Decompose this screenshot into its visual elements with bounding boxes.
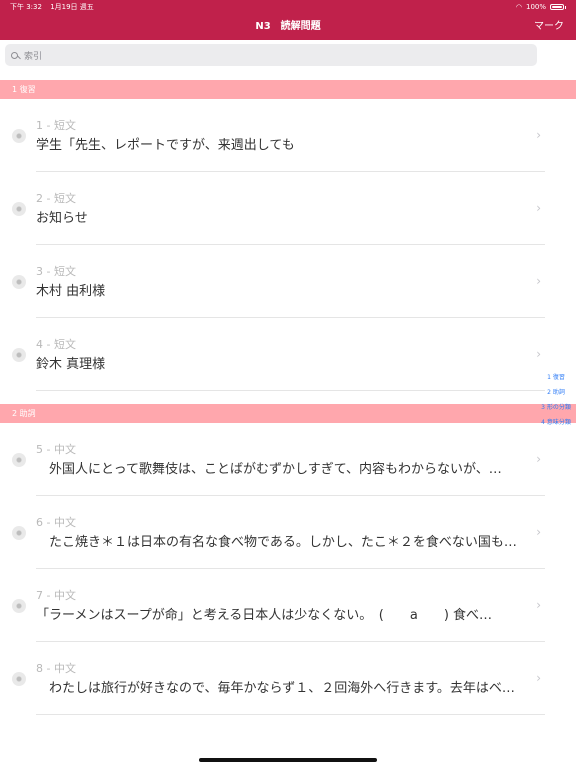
item-dot-icon — [12, 671, 26, 686]
chevron-right-icon: › — [536, 127, 541, 142]
status-left: 下午 3:32 1月19日 週五 — [10, 2, 94, 12]
item-dot-icon — [12, 128, 26, 143]
section-header-1: 1 復習 — [0, 80, 576, 99]
item-title: お知らせ — [36, 211, 88, 226]
chevron-right-icon: › — [536, 273, 541, 288]
list-item[interactable]: 1 - 短文 学生「先生、レポートですが、来週出しても › — [0, 99, 545, 172]
chevron-right-icon: › — [536, 200, 541, 215]
item-dot-icon — [12, 598, 26, 613]
item-title: 外国人にとって歌舞伎は、ことばがむずかしすぎて、内容もわからないが、… — [36, 462, 502, 477]
item-title: 木村 由利様 — [36, 284, 106, 299]
list-item[interactable]: 5 - 中文 外国人にとって歌舞伎は、ことばがむずかしすぎて、内容もわからないが… — [0, 423, 545, 496]
nav-bar: N3 読解問題 マーク — [0, 14, 576, 40]
battery-icon — [550, 4, 564, 10]
item-title: わたしは旅行が好きなので、毎年かならず１、２回海外へ行きます。去年はベ… — [36, 681, 515, 696]
list-item[interactable]: 7 - 中文 「ラーメンはスープが命」と考える日本人は少なくない。 ( a ) … — [0, 569, 545, 642]
chevron-right-icon: › — [536, 524, 541, 539]
chevron-right-icon: › — [536, 670, 541, 685]
index-item-3[interactable]: 3 形の分類 — [536, 402, 576, 411]
list-item[interactable]: 8 - 中文 わたしは旅行が好きなので、毎年かならず１、２回海外へ行きます。去年… — [0, 642, 545, 715]
item-title: 学生「先生、レポートですが、来週出しても — [36, 138, 295, 153]
item-dot-icon — [12, 201, 26, 216]
item-subtitle: 5 - 中文 — [36, 443, 76, 456]
item-dot-icon — [12, 452, 26, 467]
chevron-right-icon: › — [536, 451, 541, 466]
item-subtitle: 8 - 中文 — [36, 662, 76, 675]
battery-percent: 100% — [525, 3, 546, 11]
index-item-1[interactable]: 1 復習 — [536, 372, 576, 381]
search-bar: 索引 — [0, 40, 576, 70]
list-item[interactable]: 2 - 短文 お知らせ › — [0, 172, 545, 245]
section-header-2: 2 助詞 — [0, 404, 576, 423]
item-subtitle: 4 - 短文 — [36, 338, 76, 351]
page-title: N3 読解問題 — [255, 21, 321, 32]
item-subtitle: 7 - 中文 — [36, 589, 76, 602]
list-item[interactable]: 4 - 短文 鈴木 真理様 › — [0, 318, 545, 391]
search-icon — [11, 51, 18, 59]
row-divider — [36, 390, 545, 391]
item-subtitle: 1 - 短文 — [36, 119, 76, 132]
chevron-right-icon: › — [536, 346, 541, 361]
item-dot-icon — [12, 525, 26, 540]
item-title: 「ラーメンはスープが命」と考える日本人は少なくない。 ( a ) 食べ… — [36, 608, 493, 623]
status-bar: 下午 3:32 1月19日 週五 ◠ 100% — [0, 0, 576, 14]
item-subtitle: 3 - 短文 — [36, 265, 76, 278]
list-item[interactable]: 3 - 短文 木村 由利様 › — [0, 245, 545, 318]
mark-button[interactable]: マーク — [534, 14, 564, 40]
item-subtitle: 6 - 中文 — [36, 516, 76, 529]
chevron-right-icon: › — [536, 597, 541, 612]
status-time: 下午 3:32 — [10, 3, 42, 11]
item-dot-icon — [12, 347, 26, 362]
status-right: ◠ 100% — [516, 3, 566, 11]
search-placeholder: 索引 — [24, 51, 43, 62]
list-item[interactable]: 6 - 中文 たこ焼き＊１は日本の有名な食べ物である。しかし、たこ＊２を食べない… — [0, 496, 545, 569]
index-item-2[interactable]: 2 助詞 — [536, 387, 576, 396]
row-divider — [36, 714, 545, 715]
item-subtitle: 2 - 短文 — [36, 192, 76, 205]
status-date: 1月19日 週五 — [50, 3, 94, 11]
item-title: 鈴木 真理様 — [36, 357, 106, 372]
item-title: たこ焼き＊１は日本の有名な食べ物である。しかし、たこ＊２を食べない国も… — [36, 535, 517, 550]
search-input[interactable]: 索引 — [5, 44, 537, 66]
item-dot-icon — [12, 274, 26, 289]
index-item-4[interactable]: 4 意味分類 — [536, 417, 576, 426]
battery-tip — [565, 5, 566, 9]
wifi-icon: ◠ — [515, 2, 522, 11]
home-indicator[interactable] — [199, 758, 377, 762]
